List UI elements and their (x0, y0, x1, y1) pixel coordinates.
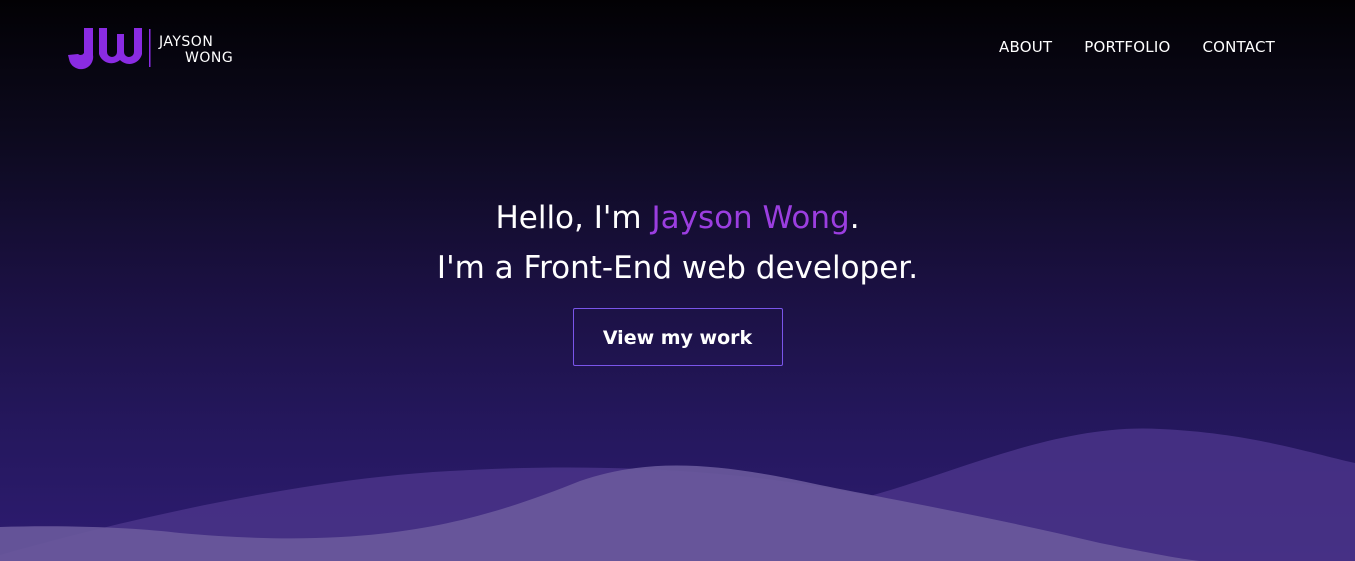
hero-greeting: Hello, I'm Jayson Wong. (0, 193, 1355, 243)
logo-divider (149, 29, 151, 67)
site-logo[interactable]: JAYSON WONG (68, 26, 253, 70)
jw-mark-icon (68, 28, 142, 70)
view-my-work-button[interactable]: View my work (572, 308, 783, 366)
logo-name-line1: JAYSON (158, 34, 213, 50)
hero-section: Hello, I'm Jayson Wong. I'm a Front-End … (0, 193, 1355, 366)
logo-name-line2: WONG (185, 50, 233, 66)
greeting-prefix: Hello, I'm (495, 200, 652, 236)
nav-about[interactable]: ABOUT (999, 38, 1052, 56)
background-waves (0, 428, 1355, 561)
greeting-suffix: . (849, 200, 860, 236)
hero-name: Jayson Wong (651, 200, 850, 236)
main-nav: ABOUT PORTFOLIO CONTACT (999, 38, 1275, 56)
site-header: JAYSON WONG ABOUT PORTFOLIO CONTACT (0, 0, 1355, 95)
nav-contact[interactable]: CONTACT (1202, 38, 1275, 56)
hero-tagline: I'm a Front-End web developer. (436, 250, 919, 286)
nav-portfolio[interactable]: PORTFOLIO (1084, 38, 1170, 56)
